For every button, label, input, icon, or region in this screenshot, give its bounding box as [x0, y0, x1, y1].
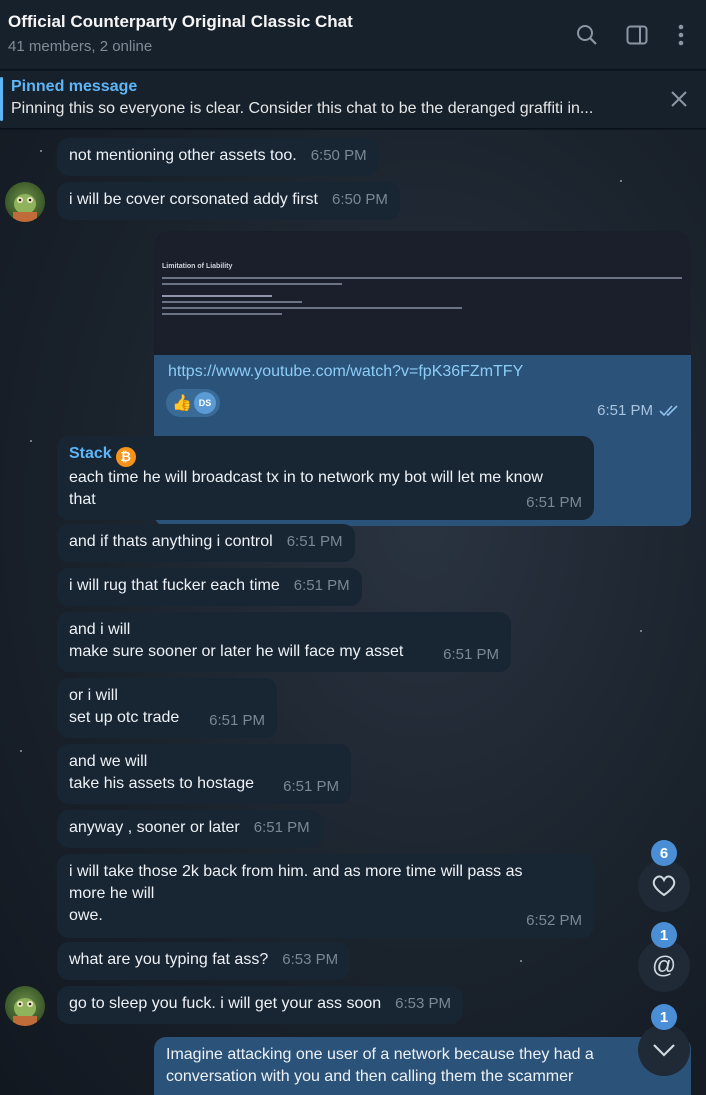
thumbs-up-icon: 👍 — [172, 395, 192, 412]
message-text: anyway , sooner or later — [69, 819, 240, 836]
at-sign-icon: @ — [651, 952, 677, 979]
background-star — [30, 440, 32, 442]
message-time: 6:52 PM — [526, 912, 582, 929]
preview-line — [162, 307, 462, 309]
message-bubble[interactable]: i will rug that fucker each time 6:51 PM — [57, 568, 362, 606]
pinned-title: Pinned message — [11, 78, 138, 95]
message-bubble[interactable]: what are you typing fat ass? 6:53 PM — [57, 942, 351, 980]
message-bubble[interactable]: anyway , sooner or later 6:51 PM — [57, 810, 322, 848]
message-time: 6:50 PM — [310, 147, 367, 164]
message-list[interactable]: not mentioning other assets too. 6:50 PM … — [0, 130, 706, 1095]
chat-header[interactable]: Official Counterparty Original Classic C… — [0, 0, 706, 70]
message-time: 6:50 PM — [332, 191, 388, 208]
pinned-text: Pinning this so everyone is clear. Consi… — [11, 100, 594, 117]
message-text: each time he will broadcast tx in to net… — [69, 469, 543, 486]
background-star — [640, 630, 642, 632]
chat-title[interactable]: Official Counterparty Original Classic C… — [8, 12, 353, 32]
message-text: more he will — [69, 885, 155, 902]
preview-line — [162, 295, 272, 297]
message-text: i will take those 2k back from him. and … — [69, 863, 523, 880]
unread-count-badge: 1 — [651, 1004, 677, 1030]
preview-title: Limitation of Liability — [162, 263, 233, 270]
scroll-down-button[interactable] — [638, 1024, 690, 1076]
message-time: 6:51 PM — [286, 533, 343, 550]
message-text: or i will — [69, 687, 118, 704]
reactor-avatar: DS — [194, 392, 216, 414]
pinned-indicator — [0, 77, 3, 121]
message-time: 6:51 PM — [443, 646, 499, 663]
message-bubble[interactable]: i will be cover corsonated addy first 6:5… — [57, 182, 400, 220]
message-text: and i will — [69, 621, 131, 638]
reactions-count-badge: 6 — [651, 840, 677, 866]
sender-name[interactable]: Stack — [69, 445, 112, 462]
message-time: 6:51 PM — [283, 778, 339, 795]
message-time: 6:51 PM — [253, 819, 310, 836]
background-star — [20, 750, 22, 752]
message-text: owe. — [69, 907, 103, 924]
message-time: 6:51 PM — [209, 712, 265, 729]
preview-line — [162, 277, 682, 279]
message-time: 6:51 PM — [526, 494, 582, 511]
message-bubble[interactable]: i will take those 2k back from him. and … — [57, 854, 594, 938]
preview-image[interactable]: Limitation of Liability — [154, 231, 691, 355]
message-text: conversation with you and then calling t… — [166, 1068, 574, 1085]
message-text: Imagine attacking one user of a network … — [166, 1046, 594, 1063]
avatar[interactable] — [5, 182, 45, 222]
message-time: 6:51 PM — [293, 577, 350, 594]
pinned-message-bar[interactable]: Pinned message Pinning this so everyone … — [0, 71, 706, 129]
more-options-icon[interactable] — [668, 22, 694, 48]
message-bubble-outgoing[interactable]: Imagine attacking one user of a network … — [154, 1037, 691, 1095]
reactions-button[interactable] — [638, 860, 690, 912]
message-text: and if thats anything i control — [69, 533, 273, 550]
youtube-link[interactable]: https://www.youtube.com/watch?v=fpK36FZm… — [168, 363, 523, 381]
message-time: 6:53 PM — [395, 995, 452, 1012]
message-text: make sure sooner or later he will face m… — [69, 643, 404, 660]
heart-icon — [652, 875, 676, 897]
message-bubble[interactable]: or i will set up otc trade 6:51 PM — [57, 678, 277, 738]
background-star — [620, 180, 622, 182]
chevron-down-icon — [653, 1044, 675, 1057]
member-count: 41 members, 2 online — [8, 38, 153, 55]
preview-line — [162, 283, 342, 285]
message-text: and we will — [69, 753, 148, 770]
background-star — [40, 150, 42, 152]
close-icon[interactable] — [668, 88, 690, 110]
message-time: 6:51 PM — [597, 402, 653, 419]
message-text: that — [69, 491, 96, 508]
preview-line — [162, 313, 282, 315]
message-bubble[interactable]: and if thats anything i control 6:51 PM — [57, 524, 355, 562]
preview-line — [162, 301, 302, 303]
message-text: go to sleep you fuck. i will get your as… — [69, 995, 382, 1012]
message-bubble[interactable]: and i will make sure sooner or later he … — [57, 612, 511, 672]
message-bubble[interactable]: and we will take his assets to hostage 6… — [57, 744, 351, 804]
background-star — [520, 960, 522, 962]
mentions-count-badge: 1 — [651, 922, 677, 948]
message-text: i will be cover corsonated addy first — [69, 191, 318, 208]
message-text: what are you typing fat ass? — [69, 951, 269, 968]
bitcoin-icon: ₿ — [115, 447, 136, 467]
message-bubble[interactable]: not mentioning other assets too. 6:50 PM — [57, 138, 379, 176]
message-time: 6:53 PM — [282, 951, 339, 968]
reaction-chip[interactable]: 👍 DS — [166, 389, 220, 417]
message-text: i will rug that fucker each time — [69, 577, 280, 594]
message-text: not mentioning other assets too. — [69, 147, 297, 164]
avatar[interactable] — [5, 986, 45, 1026]
search-icon[interactable] — [574, 22, 600, 48]
read-checkmarks-icon — [659, 404, 681, 422]
sidebar-toggle-icon[interactable] — [624, 22, 650, 48]
message-bubble[interactable]: Stack ₿ each time he will broadcast tx in… — [57, 436, 594, 520]
message-bubble[interactable]: go to sleep you fuck. i will get your as… — [57, 986, 464, 1024]
